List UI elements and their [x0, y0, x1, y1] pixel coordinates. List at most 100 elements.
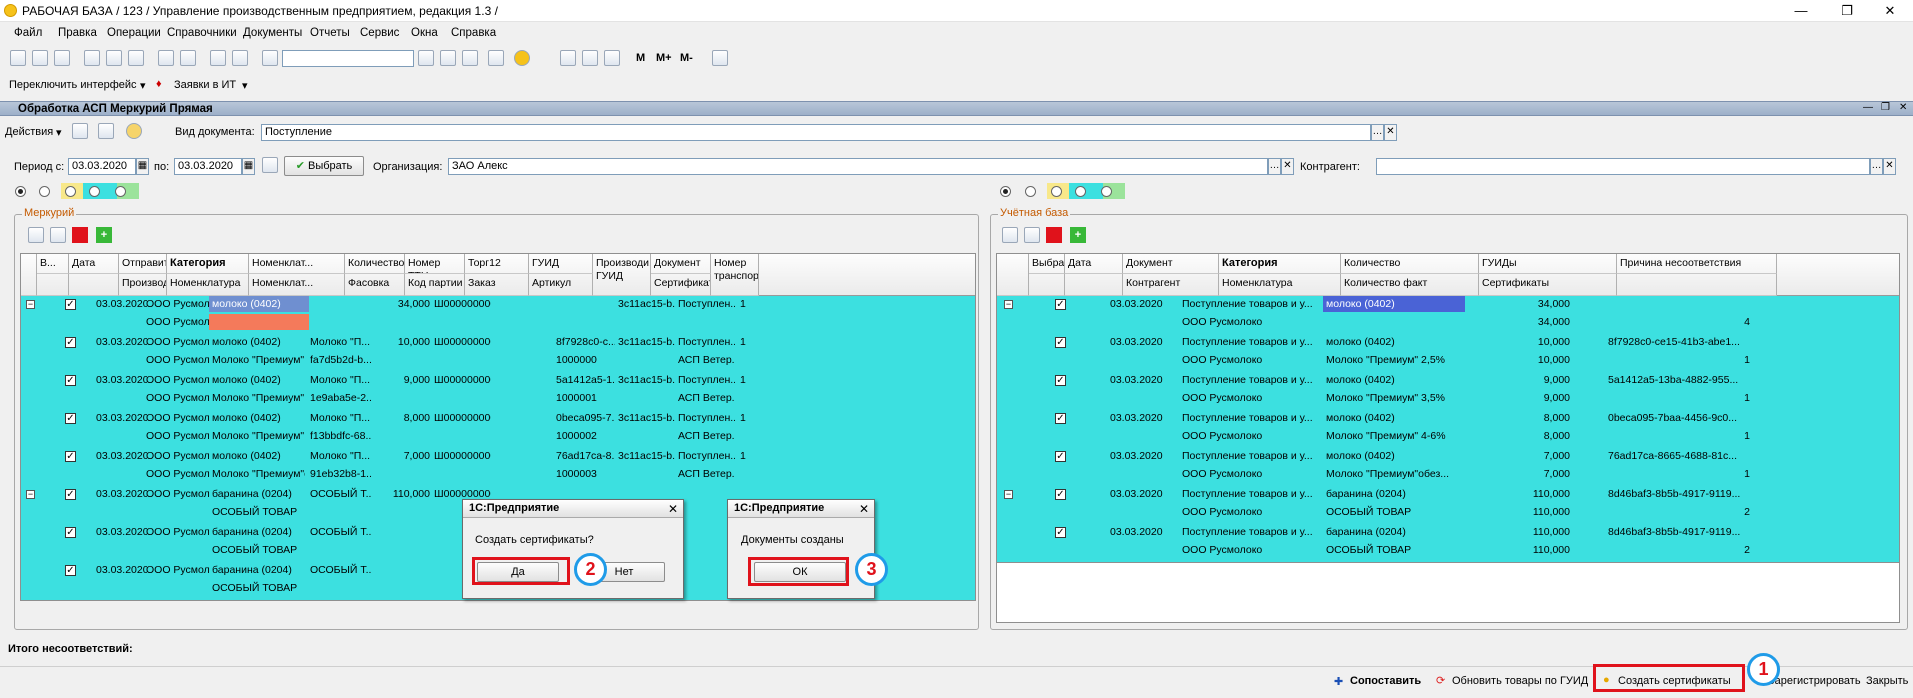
- row-checkbox[interactable]: ✓: [1055, 527, 1066, 538]
- redo-icon[interactable]: [232, 50, 248, 66]
- filter-radio-all[interactable]: [15, 186, 26, 197]
- row-checkbox[interactable]: ✓: [65, 413, 76, 424]
- menu-catalogs[interactable]: Справочники: [167, 27, 237, 39]
- row-checkbox[interactable]: ✓: [65, 451, 76, 462]
- contragent-select-button[interactable]: …: [1870, 158, 1883, 175]
- menu-operations[interactable]: Операции: [107, 27, 161, 39]
- row-checkbox[interactable]: ✓: [65, 565, 76, 576]
- menu-documents[interactable]: Документы: [243, 27, 302, 39]
- column-header[interactable]: В...: [37, 254, 69, 274]
- doc-type-select-button[interactable]: …: [1371, 124, 1384, 141]
- base-radio-none[interactable]: [1025, 186, 1036, 197]
- row-checkbox[interactable]: ✓: [1055, 451, 1066, 462]
- help-icon[interactable]: [126, 123, 142, 139]
- row-checkbox[interactable]: ✓: [65, 489, 76, 500]
- column-header[interactable]: [37, 274, 69, 296]
- org-field[interactable]: ЗАО Алекс: [448, 158, 1268, 175]
- row-checkbox[interactable]: ✓: [65, 527, 76, 538]
- menu-help[interactable]: Справка: [451, 27, 496, 39]
- org-clear-button[interactable]: ✕: [1281, 158, 1294, 175]
- base-radio-cyan[interactable]: [1075, 186, 1086, 197]
- column-header[interactable]: [1617, 274, 1777, 296]
- row-checkbox[interactable]: ✓: [1055, 337, 1066, 348]
- base-radio-green[interactable]: [1101, 186, 1112, 197]
- collapse-icon[interactable]: −: [1004, 490, 1013, 499]
- period-to-field[interactable]: 03.03.2020: [174, 158, 242, 175]
- column-header[interactable]: Дата: [1065, 254, 1123, 274]
- close-window-icon[interactable]: ✕: [1867, 2, 1913, 20]
- base-radio-all[interactable]: [1000, 186, 1011, 197]
- memory-mminus[interactable]: М-: [680, 52, 693, 64]
- register-button[interactable]: Зарегистрировать: [1768, 675, 1861, 687]
- filter-radio-yellow[interactable]: [65, 186, 76, 197]
- column-header[interactable]: Категория: [167, 254, 249, 274]
- select-button[interactable]: ✔ Выбрать: [284, 156, 364, 176]
- menu-windows[interactable]: Окна: [411, 27, 438, 39]
- column-header[interactable]: Сертификат: [651, 274, 711, 296]
- open-icon[interactable]: [32, 50, 48, 66]
- column-header[interactable]: Количество факт: [1341, 274, 1479, 296]
- collapse-icon[interactable]: −: [1004, 300, 1013, 309]
- row-checkbox[interactable]: ✓: [1055, 489, 1066, 500]
- menu-service[interactable]: Сервис: [360, 27, 399, 39]
- filter-radio-cyan[interactable]: [89, 186, 100, 197]
- column-header[interactable]: Производи... ГУИД: [593, 254, 651, 296]
- row-checkbox[interactable]: ✓: [65, 337, 76, 348]
- restore-icon[interactable]: ❐: [1824, 2, 1870, 20]
- undo-icon[interactable]: [210, 50, 226, 66]
- copy-rows-icon[interactable]: [1024, 227, 1040, 243]
- print-icon[interactable]: [158, 50, 174, 66]
- find-prev-icon[interactable]: [462, 50, 478, 66]
- paste-icon[interactable]: [128, 50, 144, 66]
- column-header[interactable]: Код партии: [405, 274, 465, 296]
- search-icon[interactable]: [262, 50, 278, 66]
- column-header[interactable]: Отправител: [119, 254, 167, 274]
- column-header[interactable]: Заказ: [465, 274, 529, 296]
- column-header[interactable]: Сертификаты: [1479, 274, 1617, 296]
- column-header[interactable]: Документ: [651, 254, 711, 274]
- export-icon[interactable]: [98, 123, 114, 139]
- column-header[interactable]: Номенклатура: [167, 274, 249, 296]
- copy-rows-icon[interactable]: [50, 227, 66, 243]
- column-header[interactable]: [1065, 274, 1123, 296]
- refresh-icon[interactable]: [28, 227, 44, 243]
- column-header[interactable]: Номер транспорта: [711, 254, 759, 296]
- doc-type-field[interactable]: Поступление: [261, 124, 1371, 141]
- it-requests-button[interactable]: Заявки в ИТ: [174, 79, 236, 91]
- table-icon[interactable]: [560, 50, 576, 66]
- period-from-field[interactable]: 03.03.2020: [68, 158, 136, 175]
- column-header[interactable]: Торг12: [465, 254, 529, 274]
- column-header[interactable]: Артикул: [529, 274, 593, 296]
- column-header[interactable]: Номенклат...: [249, 254, 345, 274]
- column-header[interactable]: ГУИДы: [1479, 254, 1617, 274]
- column-header[interactable]: Количество: [1341, 254, 1479, 274]
- form-icon[interactable]: [72, 123, 88, 139]
- calendar-icon[interactable]: ▦: [136, 158, 149, 175]
- filter-radio-green[interactable]: [115, 186, 126, 197]
- collapse-icon[interactable]: −: [26, 490, 35, 499]
- info-icon[interactable]: [514, 50, 530, 66]
- close-icon[interactable]: ✕: [668, 502, 678, 516]
- column-header[interactable]: Категория: [1219, 254, 1341, 274]
- row-checkbox[interactable]: ✓: [1055, 299, 1066, 310]
- cut-icon[interactable]: [84, 50, 100, 66]
- close-icon[interactable]: ✕: [859, 502, 869, 516]
- collapse-icon[interactable]: −: [26, 300, 35, 309]
- dropdown-arrow-icon[interactable]: ▾: [140, 79, 146, 92]
- dropdown-arrow-icon[interactable]: ▾: [56, 126, 62, 139]
- preview-icon[interactable]: [180, 50, 196, 66]
- save-icon[interactable]: [54, 50, 70, 66]
- column-header[interactable]: [69, 274, 119, 296]
- close-button[interactable]: Закрыть: [1866, 675, 1908, 687]
- column-header[interactable]: Номер ТТН: [405, 254, 465, 274]
- switch-interface-button[interactable]: Переключить интерфейс: [9, 79, 137, 91]
- contragent-clear-button[interactable]: ✕: [1883, 158, 1896, 175]
- row-checkbox[interactable]: ✓: [65, 375, 76, 386]
- clear-search-icon[interactable]: [418, 50, 434, 66]
- base-radio-yellow[interactable]: [1051, 186, 1062, 197]
- search-combo[interactable]: [282, 50, 414, 67]
- column-header[interactable]: Фасовка: [345, 274, 405, 296]
- new-icon[interactable]: [10, 50, 26, 66]
- copy-icon[interactable]: [106, 50, 122, 66]
- row-checkbox[interactable]: ✓: [65, 299, 76, 310]
